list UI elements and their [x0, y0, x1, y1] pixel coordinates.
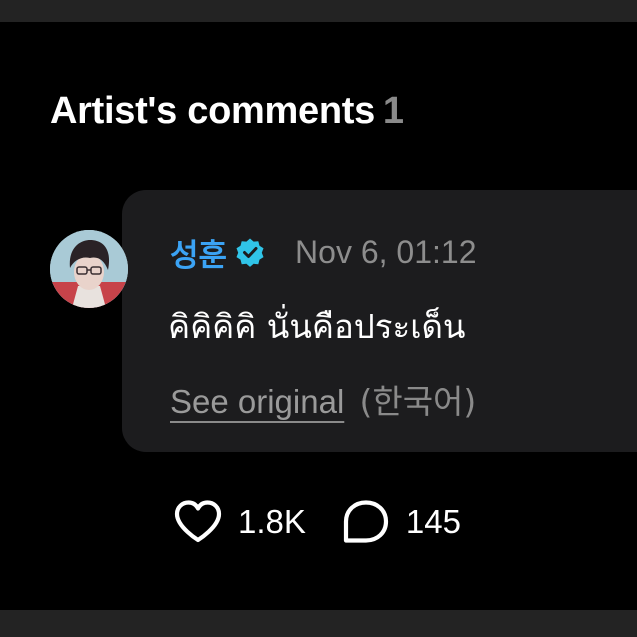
section-title: Artist's comments 1 [50, 90, 404, 133]
comment-header: 성훈 Nov 6, 01:12 [170, 230, 477, 275]
avatar[interactable] [50, 230, 128, 308]
verified-badge-icon [236, 238, 264, 267]
comment-actions: 1.8K 145 [172, 498, 461, 546]
comment-count: 1 [382, 90, 404, 132]
top-divider [0, 0, 637, 22]
artist-comments-screen: Artist's comments 1 성훈 Nov 6, 01:12 คิคิค… [0, 0, 637, 637]
comment-text: คิคิคิคิ นั่นคือประเด็น [168, 307, 466, 346]
author-name[interactable]: 성훈 [170, 230, 227, 275]
like-button[interactable]: 1.8K [172, 498, 306, 546]
original-language-label: (한국어) [359, 382, 477, 421]
see-original-link[interactable]: See original [170, 383, 344, 420]
heart-icon [174, 500, 222, 543]
comment-timestamp: Nov 6, 01:12 [295, 233, 477, 270]
bottom-divider [0, 610, 637, 637]
avatar-image [50, 230, 128, 308]
translation-row: See original (한국어) [170, 375, 476, 423]
reply-count: 145 [405, 503, 461, 540]
reply-button[interactable]: 145 [340, 498, 461, 546]
like-count: 1.8K [238, 503, 306, 540]
comment-bubble-icon [343, 500, 388, 543]
section-title-text: Artist's comments [50, 90, 375, 132]
